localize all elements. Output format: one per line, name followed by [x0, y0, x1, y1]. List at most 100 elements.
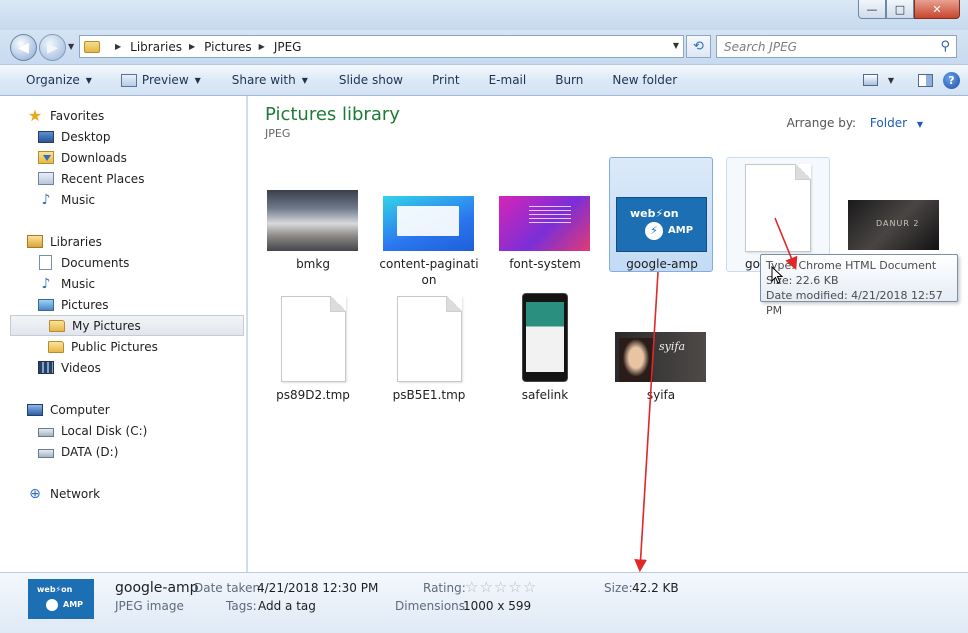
- nav-videos[interactable]: Videos: [38, 357, 101, 378]
- back-button[interactable]: ◀: [10, 34, 37, 61]
- file-item[interactable]: psB5E1.tmp: [377, 290, 481, 404]
- file-item[interactable]: safelink: [493, 290, 597, 404]
- dimensions-value: 1000 x 599: [463, 599, 532, 613]
- star-icon[interactable]: ☆: [523, 578, 537, 596]
- forward-button[interactable]: ▶: [39, 34, 66, 61]
- organize-menu[interactable]: Organize ▼: [0, 65, 103, 95]
- nav-desktop[interactable]: Desktop: [38, 126, 111, 147]
- file-name: google-amp: [626, 257, 698, 271]
- search-icon[interactable]: ⚲: [940, 39, 950, 54]
- amp-word: AMP: [63, 600, 84, 609]
- star-icon: ★: [27, 105, 43, 125]
- refresh-icon: ⟲: [693, 39, 704, 54]
- search-input[interactable]: Search JPEG ⚲: [716, 35, 957, 58]
- email-button[interactable]: E-mail: [471, 65, 538, 95]
- chevron-right-icon[interactable]: ▶: [115, 42, 121, 51]
- nav-documents[interactable]: Documents: [38, 252, 129, 273]
- refresh-button[interactable]: ⟲: [686, 35, 711, 58]
- nav-recent-places[interactable]: Recent Places: [38, 168, 144, 189]
- burn-button[interactable]: Burn: [537, 65, 594, 95]
- minimize-button[interactable]: —: [858, 0, 886, 19]
- rating-label: Rating:: [423, 581, 466, 595]
- star-icon[interactable]: ☆: [479, 578, 493, 596]
- nav-libraries[interactable]: Libraries: [27, 231, 102, 252]
- drive-icon: [38, 427, 54, 437]
- nav-label: Libraries: [50, 234, 102, 249]
- nav-my-pictures[interactable]: My Pictures: [10, 315, 244, 336]
- chevron-down-icon[interactable]: ▼: [917, 120, 923, 129]
- dimensions-label: Dimensions:: [395, 599, 470, 613]
- nav-public-pictures[interactable]: Public Pictures: [48, 336, 158, 357]
- share-with-menu[interactable]: Share with ▼: [212, 65, 319, 95]
- image-thumbnail: [383, 196, 474, 251]
- file-item[interactable]: font-system: [493, 158, 597, 272]
- print-button[interactable]: Print: [414, 65, 471, 95]
- new-folder-button[interactable]: New folder: [594, 65, 688, 95]
- nav-computer[interactable]: Computer: [27, 399, 110, 420]
- search-placeholder: Search JPEG: [724, 39, 797, 54]
- documents-icon: [39, 255, 52, 270]
- close-button[interactable]: ✕: [914, 0, 960, 19]
- nav-favorites[interactable]: ★ Favorites: [27, 105, 104, 126]
- lightning-icon: ⚡: [645, 222, 663, 240]
- slide-show-button[interactable]: Slide show: [319, 65, 414, 95]
- nav-label: Public Pictures: [71, 339, 158, 354]
- address-bar[interactable]: ▶ Libraries ▶ Pictures ▶ JPEG ▼: [79, 35, 684, 58]
- libraries-icon: [27, 235, 43, 248]
- help-icon[interactable]: ?: [943, 71, 960, 89]
- mouse-cursor-icon: [771, 266, 783, 284]
- file-item[interactable]: content-paginati on: [377, 158, 481, 287]
- pictures-icon: [38, 298, 54, 311]
- change-view-icon[interactable]: [862, 74, 878, 86]
- document-icon: [281, 296, 346, 382]
- nav-label: Favorites: [50, 108, 105, 123]
- star-icon[interactable]: ☆: [508, 578, 522, 596]
- nav-music-favorite[interactable]: ♪ Music: [38, 189, 96, 210]
- file-name: ps89D2.tmp: [276, 388, 350, 402]
- file-item[interactable]: syifa syifa: [609, 290, 713, 404]
- address-dropdown-icon[interactable]: ▼: [673, 41, 679, 50]
- nav-label: Network: [50, 486, 101, 501]
- breadcrumb-pictures[interactable]: Pictures: [204, 40, 252, 54]
- image-thumbnail: [267, 190, 358, 251]
- nav-data-disk[interactable]: DATA (D:): [38, 441, 118, 462]
- image-thumbnail: web⚡on ⚡ AMP: [616, 197, 707, 252]
- nav-label: Videos: [61, 360, 101, 375]
- breadcrumb-jpeg[interactable]: JPEG: [274, 40, 302, 54]
- star-icon[interactable]: ☆: [465, 578, 479, 596]
- chevron-right-icon[interactable]: ▶: [259, 42, 265, 51]
- music-icon: ♪: [41, 275, 51, 292]
- date-taken-value[interactable]: 4/21/2018 12:30 PM: [257, 581, 378, 595]
- chevron-down-icon: ▼: [194, 75, 201, 85]
- library-subtitle: JPEG: [265, 127, 291, 140]
- danur-logo: DANUR 2: [876, 219, 920, 228]
- chevron-right-icon[interactable]: ▶: [189, 42, 195, 51]
- breadcrumb-libraries[interactable]: Libraries: [130, 40, 182, 54]
- nav-downloads[interactable]: Downloads: [38, 147, 127, 168]
- nav-label: Documents: [61, 255, 130, 270]
- nav-local-disk[interactable]: Local Disk (C:): [38, 420, 147, 441]
- arrange-by-dropdown[interactable]: Folder: [870, 116, 907, 130]
- chevron-down-icon[interactable]: ▼: [888, 76, 894, 85]
- videos-icon: [38, 361, 54, 374]
- file-item[interactable]: bmkg: [261, 158, 365, 272]
- preview-menu[interactable]: Preview ▼: [103, 65, 212, 95]
- star-icon[interactable]: ☆: [494, 578, 508, 596]
- nav-network[interactable]: ⊕ Network: [27, 483, 100, 504]
- nav-pictures[interactable]: Pictures: [38, 294, 109, 315]
- preview-pane-icon[interactable]: [918, 73, 933, 87]
- navigation-pane: ★ Favorites Desktop Downloads Recent Plac…: [0, 96, 247, 572]
- file-item[interactable]: ps89D2.tmp: [261, 290, 365, 404]
- maximize-button[interactable]: □: [886, 0, 914, 19]
- tooltip-modified: Date modified: 4/21/2018 12:57 PM: [766, 289, 943, 317]
- image-thumbnail: DANUR 2: [848, 200, 939, 250]
- rating-stars[interactable]: ☆☆☆☆☆: [465, 578, 537, 596]
- folder-icon: [84, 40, 100, 53]
- tags-value[interactable]: Add a tag: [258, 599, 316, 613]
- file-item-selected[interactable]: web⚡on ⚡ AMP google-amp: [609, 157, 713, 272]
- window-controls: — □ ✕: [858, 0, 960, 19]
- recent-pages-dropdown[interactable]: ▼: [68, 42, 74, 51]
- tooltip-size: Size: 22.6 KB: [766, 274, 839, 287]
- nav-label: Pictures: [61, 297, 109, 312]
- nav-music-library[interactable]: ♪ Music: [38, 273, 96, 294]
